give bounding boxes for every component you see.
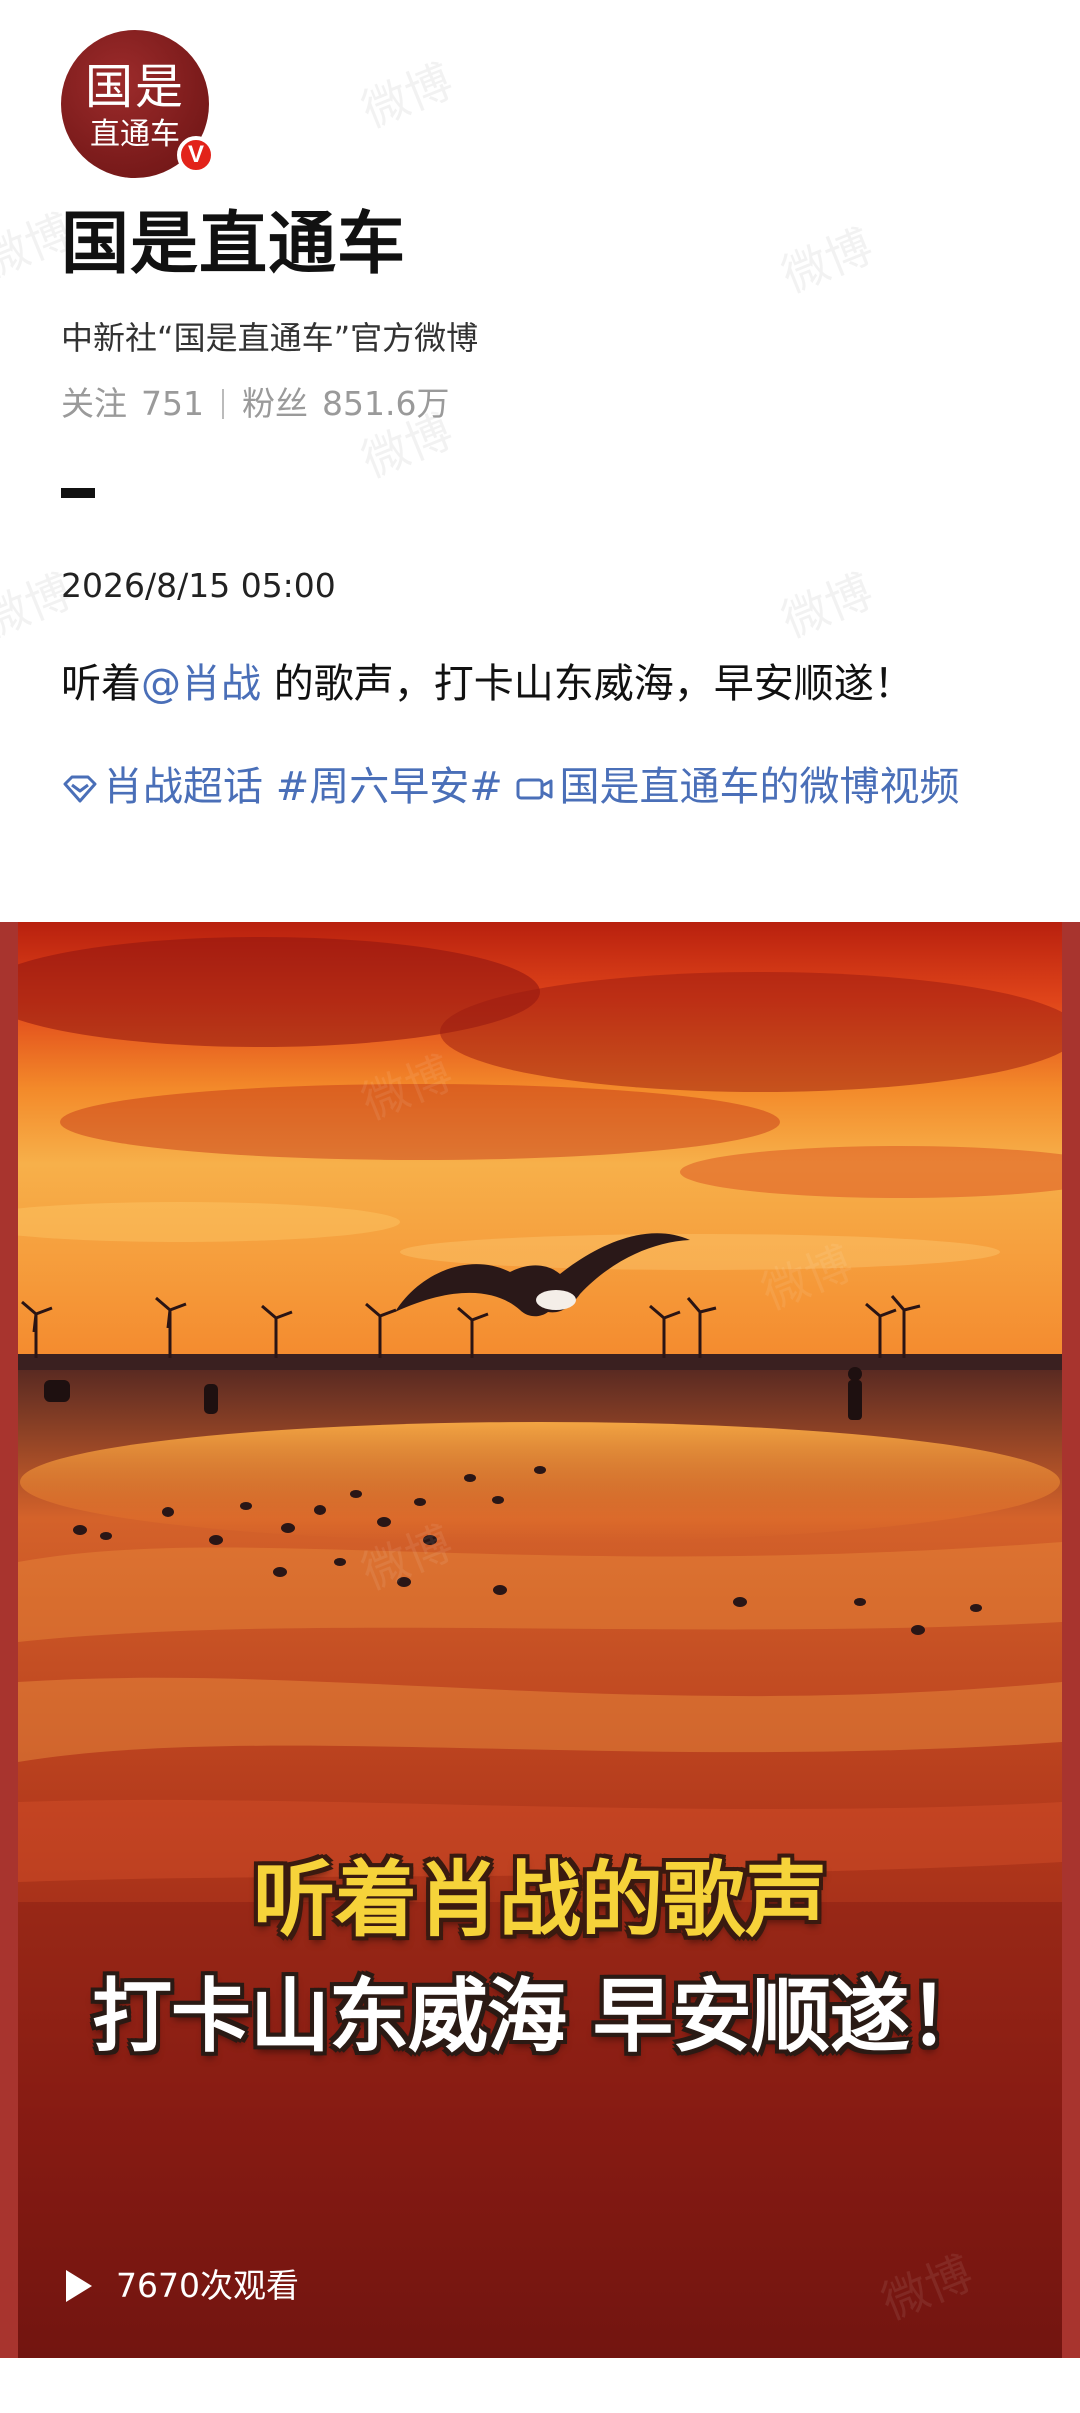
following-label: 关注 [61,384,127,423]
video-caption-line-1: 听着肖战的歌声 [252,1853,827,1948]
following-count: 751 [141,384,204,423]
following-stat[interactable]: 关注 751 [61,380,204,428]
avatar-subtext: 直通车 [90,117,180,152]
video-thumbnail [0,922,1080,2358]
followers-stat[interactable]: 粉丝 851.6万 [242,380,449,428]
video-link-label: 国是直通车的微博视频 [559,764,960,810]
post-timestamp: 2026/8/15 05:00 [61,566,336,605]
minus-icon[interactable] [61,488,95,498]
weibo-post-page: 微博 微博 微博 微博 微博 微博 国是 直通车 V 国是直通车 中新社“国是直… [0,0,1080,2413]
profile-description: 中新社“国是直通车”官方微博 [61,319,479,357]
profile-name[interactable]: 国是直通车 [61,200,406,290]
post-text-start: 听着 [61,661,141,707]
stats-divider [222,389,224,419]
followers-count: 851.6万 [322,384,450,423]
post-text: 听着@肖战 的歌声，打卡山东威海，早安顺遂！ [61,654,914,714]
video-link-icon [516,778,553,800]
view-count: 7670次观看 [66,2262,299,2310]
view-count-label: 7670次观看 [116,2266,299,2305]
watermark: 微博 [774,563,880,649]
super-topic-label: 肖战超话 [103,764,263,810]
play-icon[interactable] [66,2270,92,2302]
video-player[interactable]: 听着肖战的歌声 打卡山东威海 早安顺遂！ 微博 微博 微博 微博 7670次观看 [0,922,1080,2358]
verified-badge-icon: V [177,136,215,174]
super-topic-icon [63,775,97,803]
watermark: 微博 [774,218,880,304]
video-caption-line-2: 打卡山东威海 早安顺遂！ [92,1970,989,2063]
hashtag-label: #周六早安# [275,764,503,810]
post-text-end: 的歌声，打卡山东威海，早安顺遂！ [261,661,914,707]
avatar-text: 国是 [84,59,185,115]
watermark: 微博 [354,53,460,139]
post-tags: 肖战超话 #周六早安# 国是直通车的微博视频 [61,742,1021,832]
video-link[interactable]: 国是直通车的微博视频 [515,764,959,810]
avatar[interactable]: 国是 直通车 V [61,30,215,178]
followers-label: 粉丝 [242,384,308,423]
hashtag-link[interactable]: #周六早安# [276,764,503,810]
mention-link[interactable]: @肖战 [141,661,261,707]
profile-stats: 关注 751 粉丝 851.6万 [61,380,449,428]
super-topic-link[interactable]: 肖战超话 [61,764,263,810]
